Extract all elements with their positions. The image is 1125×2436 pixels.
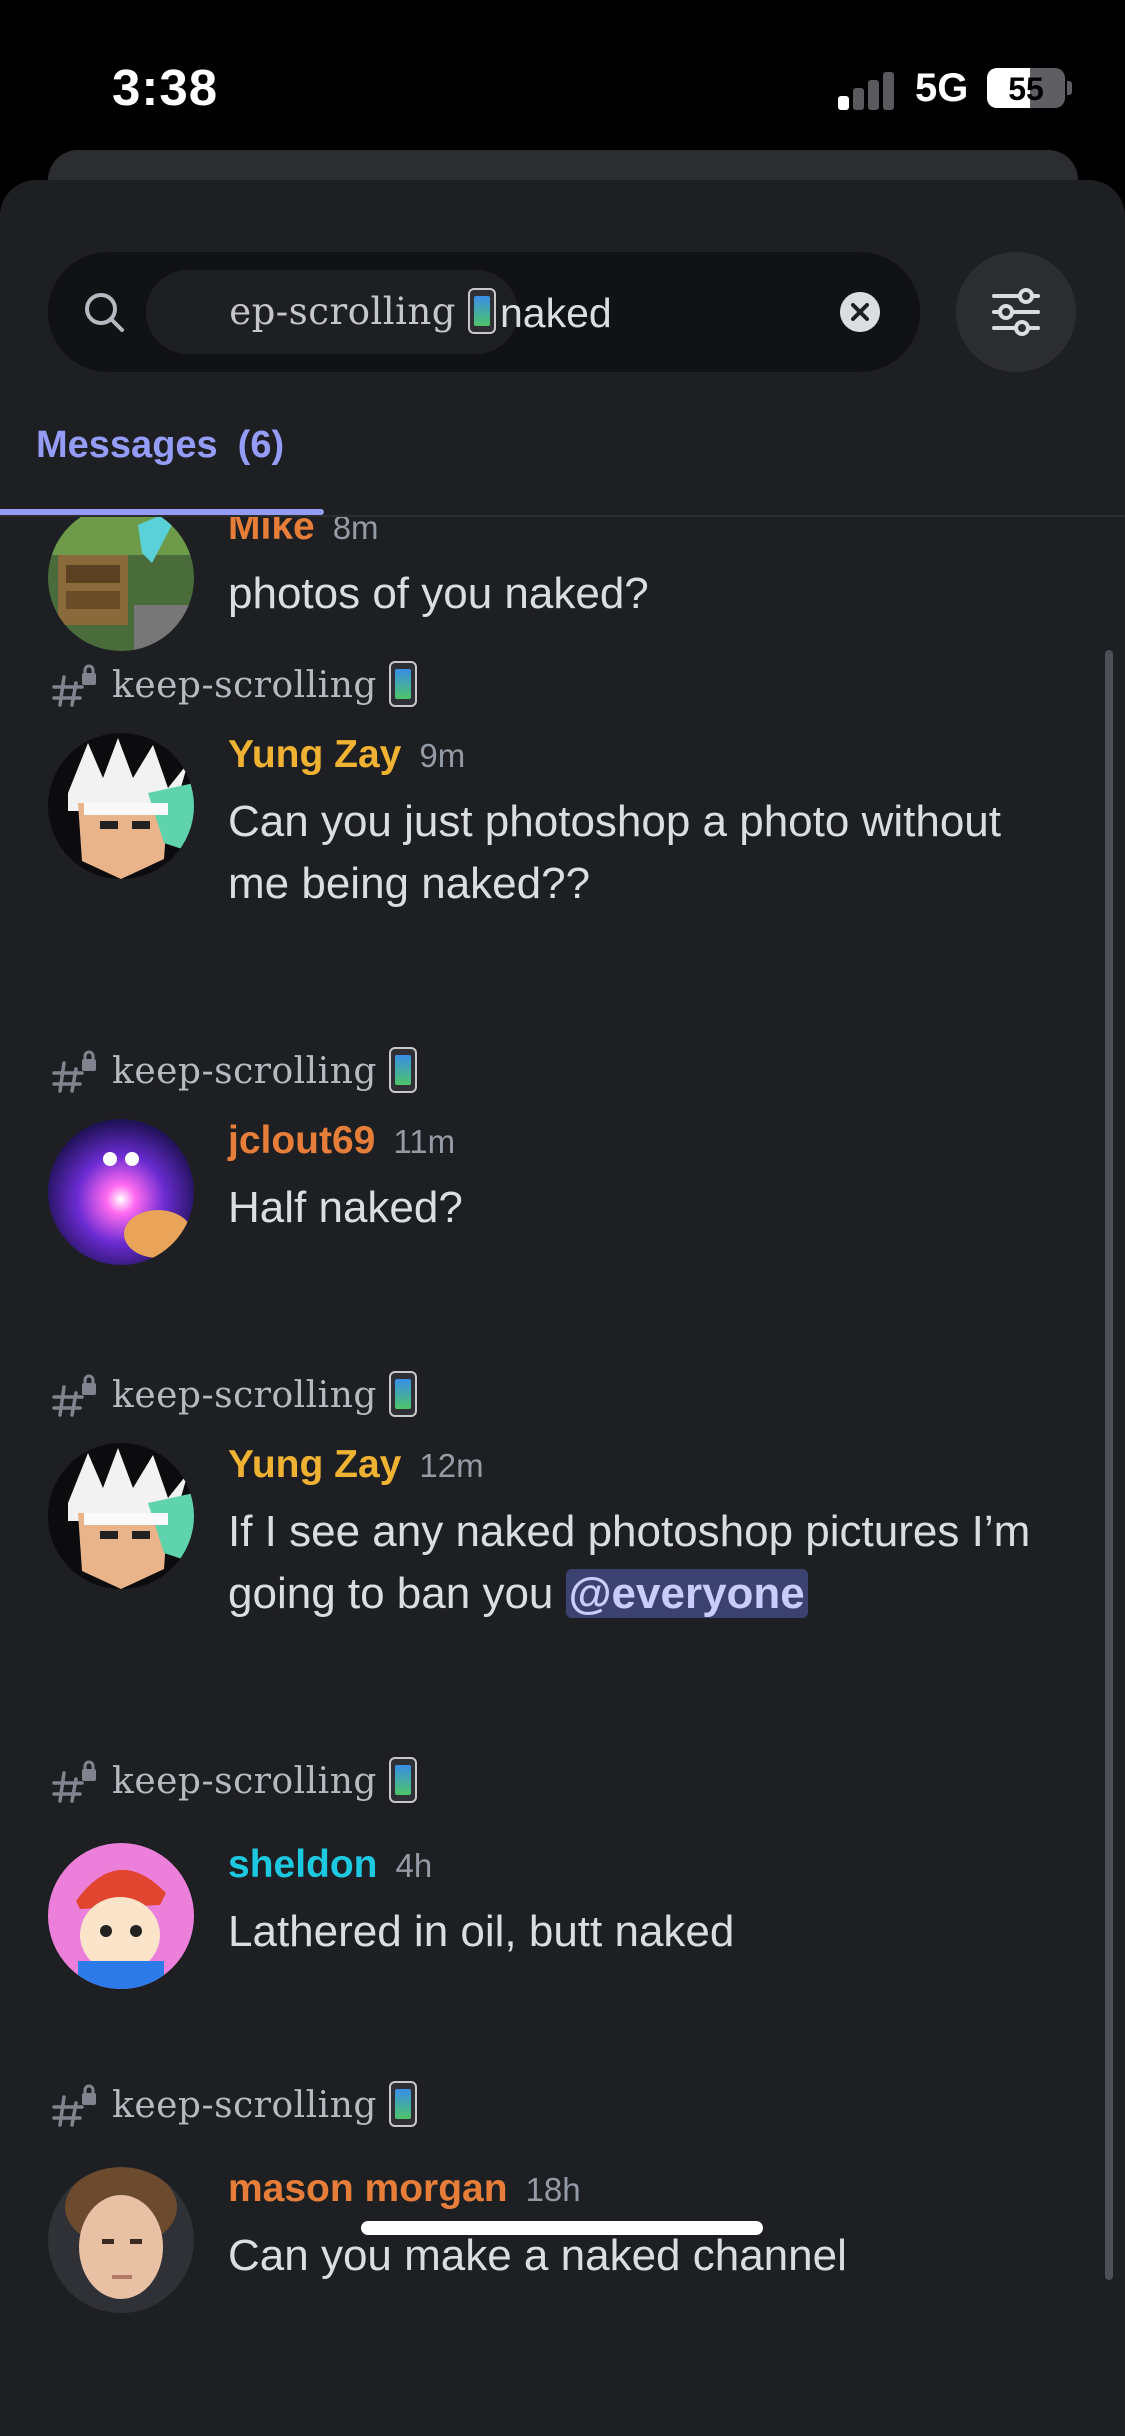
mobile-phone-icon — [388, 1757, 417, 1803]
status-bar: 3:38 5G 55 — [0, 0, 1125, 150]
message-timestamp: 11m — [393, 1123, 456, 1160]
locked-channel-icon — [52, 1050, 96, 1093]
message-timestamp: 8m — [332, 517, 379, 546]
mobile-phone-icon — [468, 288, 496, 334]
chip-fade — [146, 270, 206, 354]
filter-sliders-icon — [992, 288, 1040, 336]
mobile-phone-icon — [388, 2081, 417, 2127]
locked-channel-icon — [52, 2084, 96, 2127]
screen: 3:38 5G 55 ep-scrolling naked Messages (… — [0, 0, 1125, 2436]
channel-name: keep-scrolling — [112, 1761, 377, 1802]
everyone-mention[interactable]: @everyone — [565, 1569, 808, 1618]
network-type: 5G — [915, 66, 969, 110]
mobile-phone-icon — [388, 661, 417, 707]
avatar — [48, 1119, 194, 1265]
tab-messages[interactable]: Messages (6) — [36, 424, 284, 467]
home-indicator[interactable] — [361, 2221, 763, 2235]
cellular-signal-icon — [838, 70, 898, 110]
message-author[interactable]: sheldon — [228, 1843, 378, 1886]
search-sheet: ep-scrolling naked Messages (6) Mike 8m … — [0, 180, 1125, 2436]
avatar — [48, 1443, 194, 1589]
message-author[interactable]: Yung Zay — [228, 1443, 401, 1486]
avatar — [48, 733, 194, 879]
avatar — [48, 1843, 194, 1989]
locked-channel-icon — [52, 664, 96, 707]
channel-filter-chip-label: ep-scrolling — [229, 290, 456, 333]
message-author[interactable]: jclout69 — [228, 1119, 375, 1162]
battery-cap — [1067, 81, 1072, 95]
message-author[interactable]: mason morgan — [228, 2167, 508, 2210]
channel-name: keep-scrolling — [112, 665, 377, 706]
message-timestamp: 18h — [525, 2171, 581, 2208]
message-text: Lathered in oil, butt naked — [228, 1907, 735, 1956]
battery-icon: 55 — [987, 68, 1065, 108]
mobile-phone-icon — [388, 1047, 417, 1093]
avatar — [48, 517, 194, 651]
clear-icon[interactable] — [840, 292, 880, 332]
search-icon — [85, 293, 124, 332]
channel-name: keep-scrolling — [112, 1375, 377, 1416]
message-timestamp: 4h — [395, 1847, 433, 1884]
search-bar[interactable]: ep-scrolling naked — [48, 252, 920, 372]
channel-name: keep-scrolling — [112, 1051, 377, 1092]
channel-filter-chip[interactable]: ep-scrolling — [146, 270, 518, 354]
battery-percent: 55 — [1008, 71, 1044, 107]
message-author[interactable]: Yung Zay — [228, 733, 401, 776]
filter-button[interactable] — [956, 252, 1076, 372]
scrollbar[interactable] — [1105, 650, 1113, 2280]
mobile-phone-icon — [388, 1371, 417, 1417]
tab-messages-label: Messages — [36, 424, 218, 466]
message-text: Can you just photoshop a photo without m… — [228, 797, 1001, 908]
search-input[interactable]: naked — [500, 290, 612, 337]
message-text: photos of you naked? — [228, 569, 649, 618]
search-results[interactable]: Mike8m photos of you naked? keep-scroll — [0, 517, 1125, 2436]
message-timestamp: 9m — [419, 737, 466, 774]
message-text: Half naked? — [228, 1183, 463, 1232]
message-timestamp: 12m — [419, 1447, 484, 1484]
message-author[interactable]: Mike — [228, 517, 315, 548]
tab-messages-count: (6) — [237, 424, 285, 466]
channel-name: keep-scrolling — [112, 2085, 377, 2126]
locked-channel-icon — [52, 1374, 96, 1417]
locked-channel-icon — [52, 1760, 96, 1803]
avatar — [48, 2167, 194, 2313]
status-time: 3:38 — [112, 59, 219, 116]
